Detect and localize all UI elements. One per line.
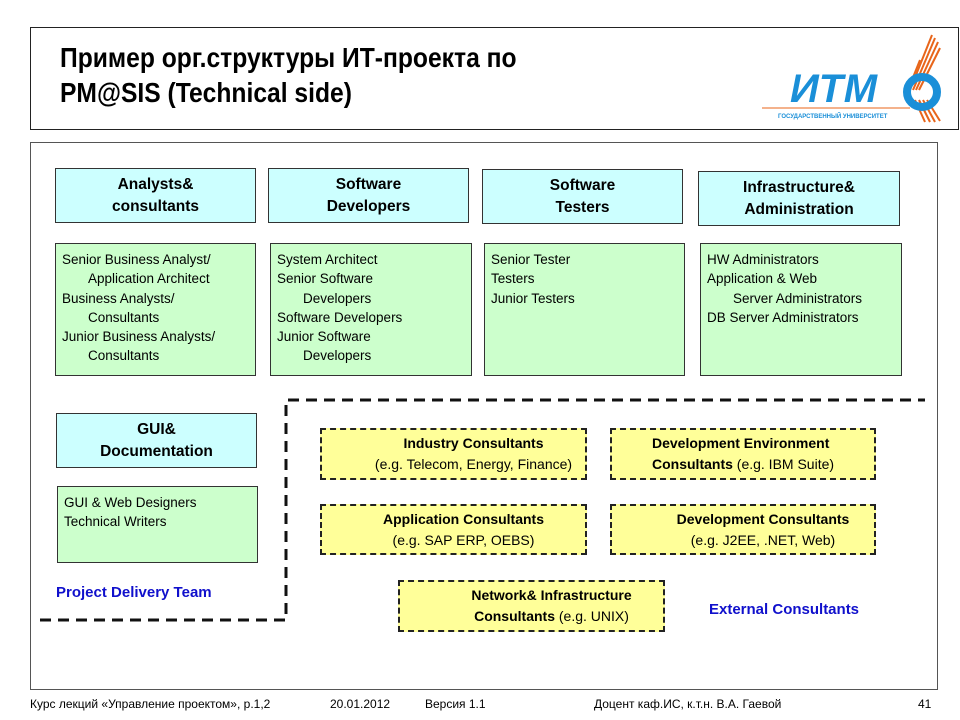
consultant-title: Development Environment bbox=[652, 435, 830, 451]
category-gui-documentation: GUI& Documentation bbox=[56, 413, 257, 468]
category-title: Software bbox=[549, 176, 616, 194]
role-item: Software Developers bbox=[277, 309, 403, 325]
consultant-title: Development Consultants bbox=[676, 510, 850, 527]
consultant-detail: (e.g. Telecom, Energy, Finance) bbox=[374, 456, 573, 472]
roles-infrastructure: HW Administrators Application & Web Server… bbox=[700, 243, 902, 376]
external-network-consultants: Network& Infrastructure Consultants (e.g.… bbox=[398, 580, 665, 632]
category-title: Testers bbox=[555, 198, 610, 216]
consultant-title: Application Consultants bbox=[383, 510, 544, 527]
consultant-detail: (e.g. SAP ERP, OEBS) bbox=[392, 531, 535, 548]
role-item: Consultants bbox=[88, 309, 160, 325]
category-title: Analysts& bbox=[117, 175, 194, 193]
role-item: Consultants bbox=[88, 348, 160, 364]
category-title: Infrastructure& bbox=[743, 178, 855, 196]
role-item: Technical Writers bbox=[64, 514, 167, 530]
category-title: GUI& bbox=[137, 420, 176, 438]
role-item: Junior Testers bbox=[491, 290, 575, 306]
role-item: Junior Software bbox=[277, 329, 371, 345]
role-item: Junior Business Analysts/ bbox=[62, 329, 216, 345]
footer-page-number: 41 bbox=[918, 697, 932, 711]
category-software-developers: Software Developers bbox=[268, 168, 469, 223]
category-title: Documentation bbox=[100, 442, 213, 460]
external-development-consultants: Development Consultants (e.g. J2EE, .NET,… bbox=[610, 504, 876, 555]
slide-footer: Курс лекций «Управление проектом», р.1,2… bbox=[0, 697, 960, 715]
role-item: Application & Web bbox=[707, 271, 818, 287]
external-consultants-label: External Consultants bbox=[709, 601, 860, 618]
role-item: DB Server Administrators bbox=[707, 309, 859, 325]
category-title: Software bbox=[335, 175, 402, 193]
role-item: Senior Business Analyst/ bbox=[62, 252, 211, 267]
footer-course: Курс лекций «Управление проектом», р.1,2 bbox=[30, 697, 271, 711]
role-item: Developers bbox=[303, 290, 372, 306]
role-item: Server Administrators bbox=[733, 290, 863, 306]
consultant-title: Industry Consultants bbox=[403, 435, 544, 451]
role-item: Developers bbox=[303, 348, 372, 364]
role-item: System Architect bbox=[277, 252, 378, 267]
footer-date: 20.01.2012 bbox=[330, 697, 391, 711]
roles-gui-documentation: GUI & Web Designers Technical Writers bbox=[57, 486, 258, 563]
consultant-detail: Consultants (e.g. IBM Suite) bbox=[652, 456, 835, 472]
role-item: HW Administrators bbox=[707, 252, 819, 267]
category-analysts: Analysts& consultants bbox=[55, 168, 256, 223]
roles-software-developers: System Architect Senior Software Developer… bbox=[270, 243, 472, 376]
role-item: Senior Software bbox=[277, 271, 374, 287]
external-application-consultants: Application Consultants (e.g. SAP ERP, OE… bbox=[320, 504, 587, 555]
role-item: Business Analysts/ bbox=[62, 290, 175, 306]
footer-author: Доцент каф.ИС, к.т.н. В.А. Гаевой bbox=[594, 697, 782, 711]
role-item: Application Architect bbox=[88, 271, 210, 287]
category-title: Administration bbox=[744, 200, 854, 218]
consultant-title: Network& Infrastructure bbox=[471, 587, 632, 603]
category-title: consultants bbox=[112, 197, 199, 215]
consultant-detail: Consultants (e.g. UNIX) bbox=[474, 608, 629, 624]
roles-software-testers: Senior Tester Testers Junior Testers bbox=[484, 243, 685, 376]
external-dev-environment-consultants: Development Environment Consultants (e.g.… bbox=[610, 428, 876, 480]
role-item: GUI & Web Designers bbox=[64, 495, 197, 510]
project-delivery-team-label: Project Delivery Team bbox=[56, 584, 212, 601]
category-software-testers: Software Testers bbox=[482, 169, 683, 224]
category-infrastructure: Infrastructure& Administration bbox=[698, 171, 900, 226]
roles-analysts: Senior Business Analyst/Application Arch… bbox=[55, 243, 256, 376]
consultant-detail: (e.g. J2EE, .NET, Web) bbox=[690, 531, 836, 548]
external-industry-consultants: Industry Consultants (e.g. Telecom, Energ… bbox=[320, 428, 587, 480]
role-item: Testers bbox=[491, 271, 535, 287]
footer-version: Версия 1.1 bbox=[425, 697, 486, 711]
role-item: Senior Tester bbox=[491, 252, 571, 267]
category-title: Developers bbox=[326, 197, 411, 215]
